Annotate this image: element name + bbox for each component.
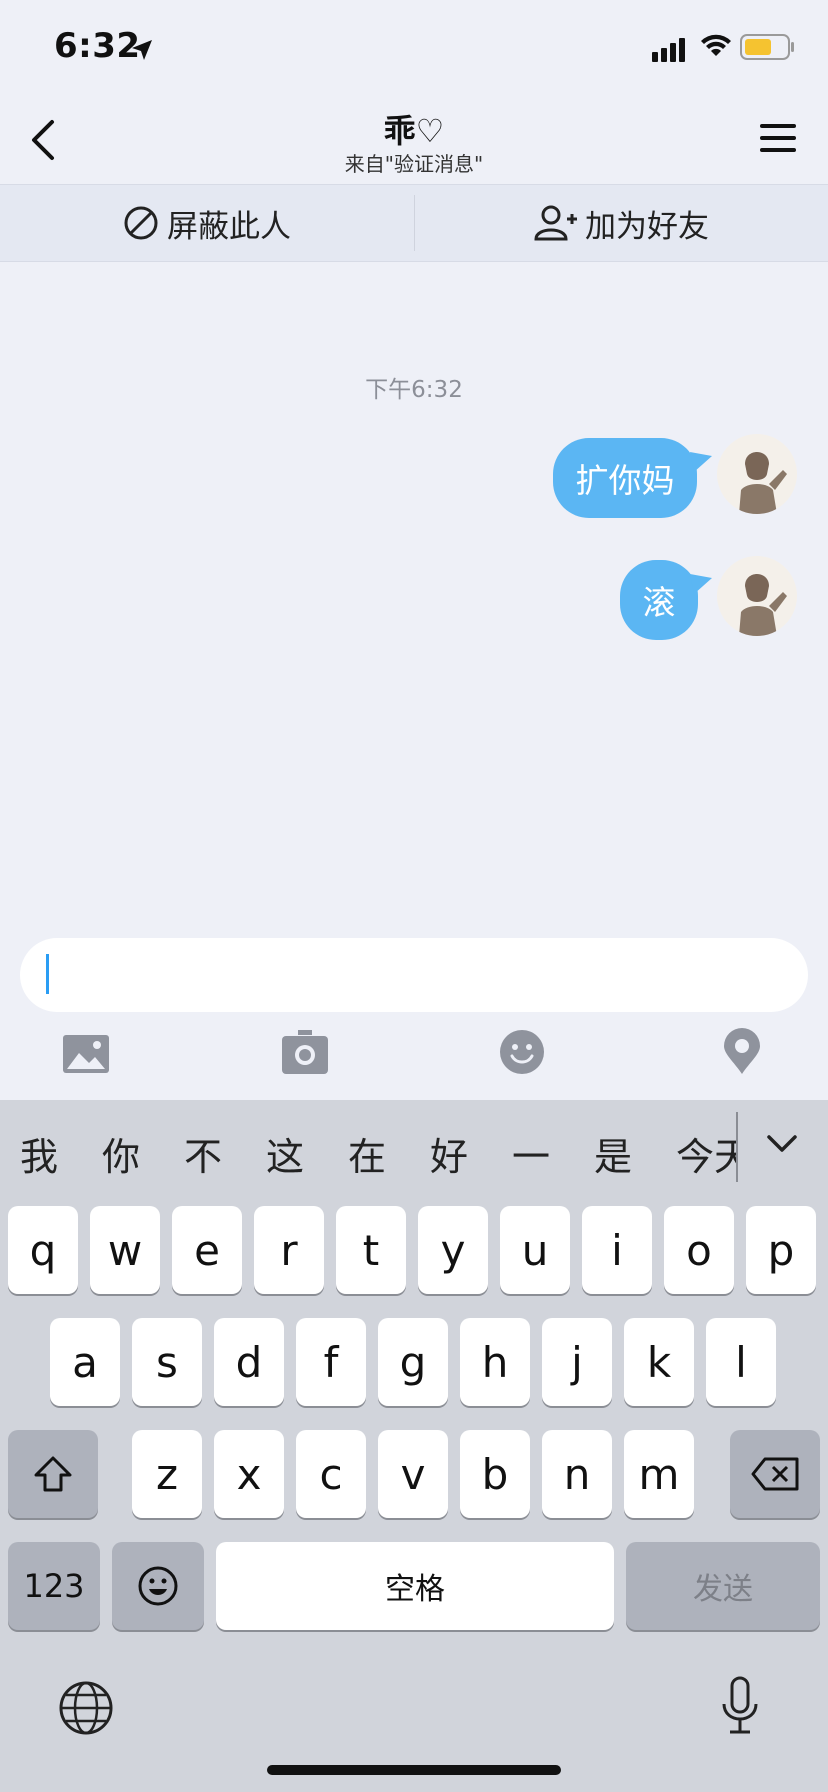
key-z[interactable]: z [132, 1430, 202, 1518]
key-k[interactable]: k [624, 1318, 694, 1406]
key-m[interactable]: m [624, 1430, 694, 1518]
shift-key[interactable] [8, 1430, 98, 1518]
input-area [0, 920, 828, 1100]
key-w[interactable]: w [90, 1206, 160, 1294]
message-text: 扩你妈 [575, 461, 675, 500]
add-friend-button[interactable]: 加为好友 [414, 185, 828, 261]
keyboard: 我 你 不 这 在 好 一 是 今天 q w e r t y u i o p a… [0, 1100, 828, 1792]
chat-subtitle: 来自"验证消息" [344, 152, 484, 176]
menu-icon[interactable] [760, 122, 796, 154]
key-r[interactable]: r [254, 1206, 324, 1294]
wifi-icon [701, 34, 731, 56]
key-d[interactable]: d [214, 1318, 284, 1406]
globe-icon[interactable] [58, 1680, 114, 1736]
key-n[interactable]: n [542, 1430, 612, 1518]
emoji-icon[interactable] [500, 1030, 544, 1074]
avatar[interactable] [717, 556, 797, 636]
key-g[interactable]: g [378, 1318, 448, 1406]
key-q[interactable]: q [8, 1206, 78, 1294]
candidate-word[interactable]: 不 [184, 1126, 222, 1181]
message-timestamp: 下午6:32 [365, 377, 463, 403]
key-e[interactable]: e [172, 1206, 242, 1294]
camera-icon[interactable] [282, 1030, 328, 1074]
candidate-word[interactable]: 你 [102, 1126, 140, 1181]
cellular-signal-icon [652, 38, 685, 62]
message-bubble[interactable]: 滚 [620, 560, 698, 640]
chat-title: 乖♡ [383, 112, 445, 150]
emoji-keyboard-icon [138, 1566, 178, 1606]
key-y[interactable]: y [418, 1206, 488, 1294]
space-key[interactable]: 空格 [216, 1542, 614, 1630]
candidate-overflow: 今天 [676, 1126, 736, 1181]
block-icon [124, 206, 158, 240]
key-s[interactable]: s [132, 1318, 202, 1406]
candidate-word[interactable]: 这 [266, 1126, 304, 1181]
home-indicator[interactable] [267, 1765, 561, 1775]
status-bar: 6:32 [0, 0, 828, 100]
status-time: 6:32 [54, 26, 141, 66]
block-user-button[interactable]: 屏蔽此人 [0, 185, 414, 261]
candidate-word[interactable]: 在 [348, 1126, 386, 1181]
image-icon[interactable] [63, 1035, 109, 1073]
location-icon[interactable] [724, 1028, 760, 1074]
microphone-icon[interactable] [720, 1676, 760, 1736]
candidate-word[interactable]: 是 [594, 1126, 632, 1181]
nav-bar: 乖♡ 来自"验证消息" [0, 100, 828, 184]
key-t[interactable]: t [336, 1206, 406, 1294]
avatar-image [717, 556, 797, 636]
chevron-down-icon[interactable] [766, 1134, 798, 1154]
candidate-word[interactable]: 好 [430, 1126, 468, 1181]
key-u[interactable]: u [500, 1206, 570, 1294]
send-key[interactable]: 发送 [626, 1542, 820, 1630]
shift-icon [34, 1456, 72, 1492]
bubble-tail [690, 452, 712, 472]
backspace-icon [751, 1457, 799, 1491]
numbers-key[interactable]: 123 [8, 1542, 100, 1630]
key-v[interactable]: v [378, 1430, 448, 1518]
candidate-word[interactable]: 今天 [676, 1135, 736, 1179]
bubble-tail [690, 574, 712, 594]
key-l[interactable]: l [706, 1318, 776, 1406]
backspace-key[interactable] [730, 1430, 820, 1518]
key-i[interactable]: i [582, 1206, 652, 1294]
key-j[interactable]: j [542, 1318, 612, 1406]
location-arrow-icon [132, 40, 152, 60]
emoji-keyboard-key[interactable] [112, 1542, 204, 1630]
key-b[interactable]: b [460, 1430, 530, 1518]
message-text: 滚 [642, 583, 676, 622]
key-a[interactable]: a [50, 1318, 120, 1406]
key-c[interactable]: c [296, 1430, 366, 1518]
avatar-image [717, 434, 797, 514]
message-bubble[interactable]: 扩你妈 [553, 438, 697, 518]
key-x[interactable]: x [214, 1430, 284, 1518]
key-p[interactable]: p [746, 1206, 816, 1294]
battery-icon [740, 34, 794, 60]
candidate-word[interactable]: 一 [512, 1126, 550, 1181]
key-h[interactable]: h [460, 1318, 530, 1406]
message-input[interactable] [20, 938, 808, 1012]
key-o[interactable]: o [664, 1206, 734, 1294]
candidate-word[interactable]: 我 [20, 1126, 58, 1181]
text-cursor [46, 954, 49, 994]
key-f[interactable]: f [296, 1318, 366, 1406]
candidate-divider [736, 1112, 738, 1182]
avatar[interactable] [717, 434, 797, 514]
action-bar: 屏蔽此人 加为好友 [0, 184, 828, 262]
add-user-icon [534, 205, 577, 241]
block-user-label: 屏蔽此人 [167, 208, 291, 245]
add-friend-label: 加为好友 [585, 208, 709, 245]
